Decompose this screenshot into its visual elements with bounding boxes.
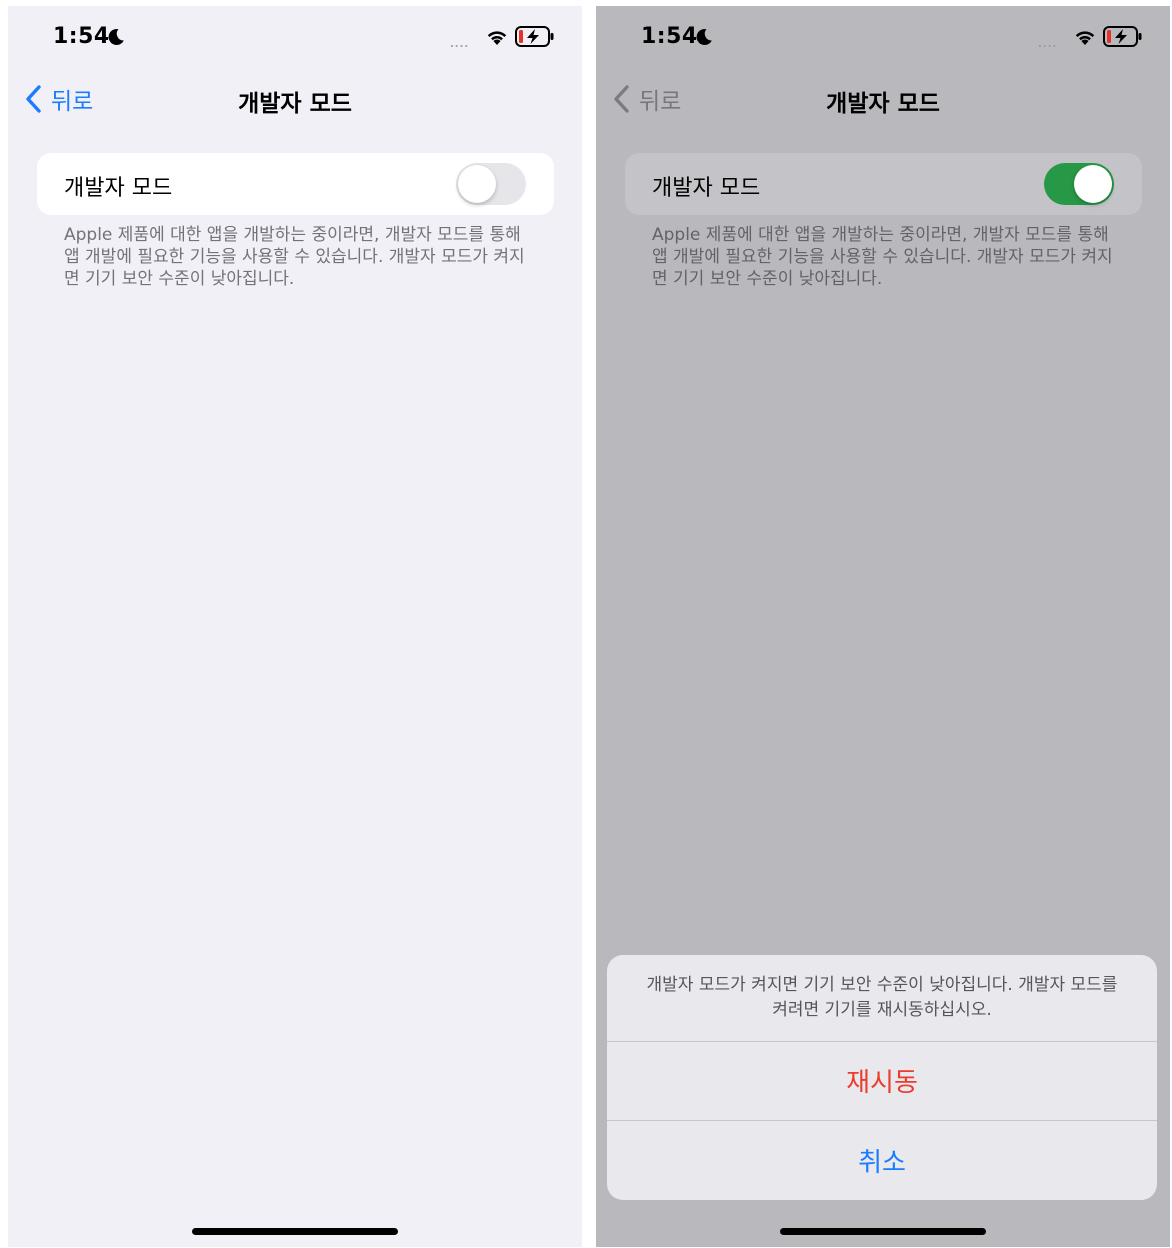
navigation-bar: 뒤로 개발자 모드 bbox=[596, 68, 1170, 128]
toggle-knob bbox=[458, 165, 496, 203]
home-indicator[interactable] bbox=[192, 1228, 398, 1235]
status-time: 1:54 bbox=[53, 24, 110, 49]
developer-mode-row: 개발자 모드 bbox=[625, 153, 1142, 215]
toggle-knob bbox=[1074, 165, 1112, 203]
status-bar: 1:54 .... bbox=[8, 6, 582, 68]
cellular-signal-icon: .... bbox=[450, 39, 470, 50]
moon-icon bbox=[108, 28, 124, 45]
action-sheet-message: 개발자 모드가 켜지면 기기 보안 수준이 낮아집니다. 개발자 모드를 켜려면… bbox=[646, 975, 1118, 1020]
moon-icon bbox=[696, 28, 712, 45]
developer-mode-description: Apple 제품에 대한 앱을 개발하는 중이라면, 개발자 모드를 통해 앱 … bbox=[652, 225, 1113, 289]
developer-mode-label: 개발자 모드 bbox=[652, 176, 761, 201]
home-indicator[interactable] bbox=[780, 1228, 986, 1235]
screen-toggle-on: 1:54 .... 뒤로 개발자 모드 개발자 모드 Apple 제품에 대한 … bbox=[596, 6, 1170, 1247]
screen-toggle-off: 1:54 .... 뒤로 개발자 모드 개발자 모드 Apple 제품에 대한 … bbox=[8, 6, 582, 1247]
restart-button[interactable]: 재시동 bbox=[607, 1041, 1157, 1119]
cellular-signal-icon: .... bbox=[1038, 39, 1058, 50]
navigation-bar: 뒤로 개발자 모드 bbox=[8, 68, 582, 128]
cancel-button[interactable]: 취소 bbox=[607, 1121, 1157, 1199]
battery-charging-icon bbox=[1103, 26, 1142, 47]
status-bar: 1:54 .... bbox=[596, 6, 1170, 68]
wifi-icon bbox=[1075, 31, 1095, 45]
restart-action-sheet: 개발자 모드가 켜지면 기기 보안 수준이 낮아집니다. 개발자 모드를 켜려면… bbox=[607, 955, 1157, 1200]
developer-mode-label: 개발자 모드 bbox=[64, 176, 173, 201]
wifi-icon bbox=[487, 31, 507, 45]
page-title: 개발자 모드 bbox=[826, 91, 940, 117]
developer-mode-toggle[interactable] bbox=[456, 163, 526, 205]
status-time: 1:54 bbox=[641, 24, 698, 49]
battery-charging-icon bbox=[515, 26, 554, 47]
developer-mode-description: Apple 제품에 대한 앱을 개발하는 중이라면, 개발자 모드를 통해 앱 … bbox=[64, 225, 525, 289]
developer-mode-toggle[interactable] bbox=[1044, 163, 1114, 205]
page-title: 개발자 모드 bbox=[238, 91, 352, 117]
developer-mode-row: 개발자 모드 bbox=[37, 153, 554, 215]
